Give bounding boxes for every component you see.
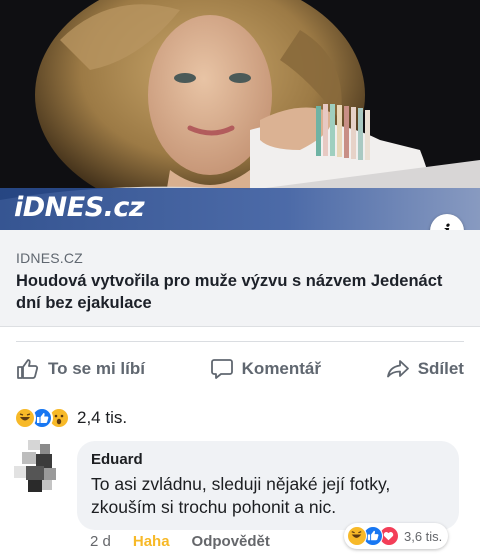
- comment-button[interactable]: Komentář: [210, 357, 321, 381]
- thumbs-up-icon: [17, 358, 39, 379]
- link-title[interactable]: Houdová vytvořila pro muže výzvu s názve…: [16, 270, 464, 314]
- share-label: Sdílet: [417, 358, 464, 378]
- post-actions-bar: To se mi líbí Komentář Sdílet: [16, 341, 464, 395]
- comment-time[interactable]: 2 d: [90, 533, 111, 550]
- comment-reactions-summary[interactable]: 3,6 tis.: [344, 523, 449, 549]
- link-caption[interactable]: IDNES.CZ Houdová vytvořila pro muže výzv…: [0, 230, 480, 327]
- comment-bubble-icon: [210, 358, 233, 379]
- reply-button[interactable]: Odpovědět: [192, 533, 270, 550]
- reaction-count: 2,4 tis.: [77, 408, 128, 427]
- comment-bubble[interactable]: Eduard To asi zvládnu, sleduji nějaké je…: [77, 441, 459, 530]
- link-preview-image[interactable]: iDNES.cz: [0, 0, 480, 230]
- comment-label: Komentář: [241, 358, 322, 378]
- like-button[interactable]: To se mi líbí: [16, 357, 145, 381]
- idnes-logo: iDNES.cz: [14, 192, 145, 223]
- share-button[interactable]: Sdílet: [386, 357, 464, 381]
- haha-reaction-button[interactable]: Haha: [133, 533, 170, 550]
- haha-reaction-icon: [347, 526, 367, 546]
- link-domain: IDNES.CZ: [16, 250, 83, 266]
- commenter-avatar[interactable]: [14, 440, 62, 492]
- share-arrow-icon: [386, 359, 409, 377]
- haha-reaction-icon: [14, 407, 36, 429]
- comment-meta: 2 d Haha Odpovědět: [90, 533, 270, 550]
- comment-author[interactable]: Eduard: [91, 451, 445, 468]
- like-label: To se mi líbí: [48, 358, 145, 378]
- comment-text: To asi zvládnu, sleduji nějaké její fotk…: [91, 474, 391, 517]
- post-reactions-summary[interactable]: 2,4 tis.: [14, 407, 127, 429]
- comment-reaction-count: 3,6 tis.: [404, 528, 443, 544]
